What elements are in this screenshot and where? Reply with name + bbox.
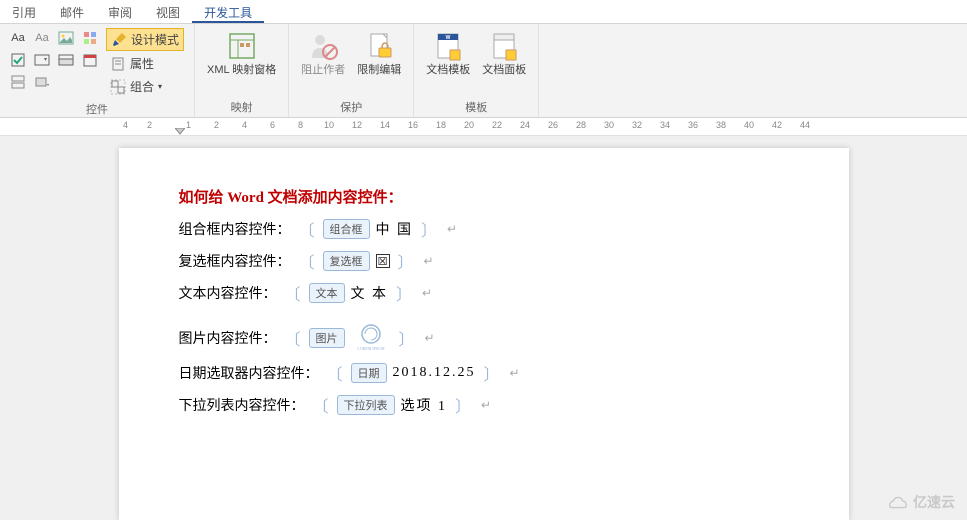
document-area: 如何给 Word 文档添加内容控件： 组合框内容控件： 〔组合框 中 国 〕↵ … xyxy=(0,136,967,520)
checkbox-control[interactable]: ☒ xyxy=(376,254,390,268)
repeating-control-icon[interactable] xyxy=(8,72,28,92)
dropdown-control-icon[interactable] xyxy=(56,50,76,70)
date-control-icon[interactable] xyxy=(80,50,100,70)
document-template-button[interactable]: W 文档模板 xyxy=(420,26,476,81)
tab-view[interactable]: 视图 xyxy=(144,0,192,23)
dropdown-line: 下拉列表内容控件： 〔下拉列表 选项 1 〕↵ xyxy=(179,393,789,417)
dropdown-tag[interactable]: 下拉列表 xyxy=(337,395,395,415)
restrict-editing-button[interactable]: 限制编辑 xyxy=(351,26,407,81)
date-line: 日期选取器内容控件： 〔日期 2018.12.25 〕↵ xyxy=(179,361,789,385)
text-value[interactable]: 文 本 xyxy=(351,283,389,303)
tab-developer[interactable]: 开发工具 xyxy=(192,0,264,23)
group-label-controls: 控件 xyxy=(6,99,188,119)
ribbon-group-mapping: XML 映射窗格 映射 xyxy=(195,24,289,117)
plain-text-control-icon[interactable]: Aa xyxy=(32,28,52,48)
text-line: 文本内容控件： 〔文本 文 本 〕↵ xyxy=(179,281,789,305)
indent-marker-icon[interactable] xyxy=(175,128,185,136)
building-block-control-icon[interactable] xyxy=(80,28,100,48)
checkbox-tag[interactable]: 复选框 xyxy=(323,251,370,271)
combo-box-tag[interactable]: 组合框 xyxy=(323,219,370,239)
date-value[interactable]: 2018.12.25 xyxy=(393,365,476,381)
dropdown-value[interactable]: 选项 1 xyxy=(401,395,448,415)
date-tag[interactable]: 日期 xyxy=(351,363,387,383)
ribbon-group-templates: W 文档模板 文档面板 模板 xyxy=(414,24,539,117)
watermark: 亿速云 xyxy=(887,492,955,512)
tab-references[interactable]: 引用 xyxy=(0,0,48,23)
combo-box-value[interactable]: 中 国 xyxy=(376,219,414,239)
group-label-templates: 模板 xyxy=(420,97,532,117)
document-panel-button[interactable]: 文档面板 xyxy=(476,26,532,81)
block-authors-button[interactable]: 阻止作者 xyxy=(295,26,351,81)
ribbon: Aa Aa 设计模式 xyxy=(0,24,967,118)
picture-control[interactable]: LOREM IPSUM xyxy=(351,323,391,353)
page-title: 如何给 Word 文档添加内容控件： xyxy=(179,186,789,207)
svg-text:W: W xyxy=(446,35,451,41)
rich-text-control-icon[interactable]: Aa xyxy=(8,28,28,48)
design-mode-button[interactable]: 设计模式 xyxy=(106,28,184,51)
ribbon-tabs: 引用 邮件 审阅 视图 开发工具 xyxy=(0,0,967,24)
group-button[interactable]: 组合 ▾ xyxy=(106,76,184,97)
svg-text:LOREM IPSUM: LOREM IPSUM xyxy=(357,346,385,351)
checkbox-line: 复选框内容控件： 〔复选框 ☒ 〕↵ xyxy=(179,249,789,273)
picture-tag[interactable]: 图片 xyxy=(309,328,345,348)
picture-line: 图片内容控件： 〔图片 LOREM IPSUM 〕↵ xyxy=(179,323,789,353)
horizontal-ruler[interactable]: 4 2 1 2 4 6 8 10 12 14 16 18 20 22 24 26… xyxy=(0,118,967,136)
text-tag[interactable]: 文本 xyxy=(309,283,345,303)
document-page[interactable]: 如何给 Word 文档添加内容控件： 组合框内容控件： 〔组合框 中 国 〕↵ … xyxy=(119,148,849,520)
group-label-protect: 保护 xyxy=(295,97,407,117)
xml-mapping-pane-button[interactable]: XML 映射窗格 xyxy=(201,26,282,81)
combo-box-line: 组合框内容控件： 〔组合框 中 国 〕↵ xyxy=(179,217,789,241)
checkbox-control-icon[interactable] xyxy=(8,50,28,70)
group-label-mapping: 映射 xyxy=(201,97,282,117)
ribbon-group-controls: Aa Aa 设计模式 xyxy=(0,24,195,117)
tab-review[interactable]: 审阅 xyxy=(96,0,144,23)
tab-mailings[interactable]: 邮件 xyxy=(48,0,96,23)
combo-control-icon[interactable] xyxy=(32,50,52,70)
legacy-control-icon[interactable] xyxy=(32,72,52,92)
properties-button[interactable]: 属性 xyxy=(106,53,184,74)
picture-control-icon[interactable] xyxy=(56,28,76,48)
ribbon-group-protect: 阻止作者 限制编辑 保护 xyxy=(289,24,414,117)
